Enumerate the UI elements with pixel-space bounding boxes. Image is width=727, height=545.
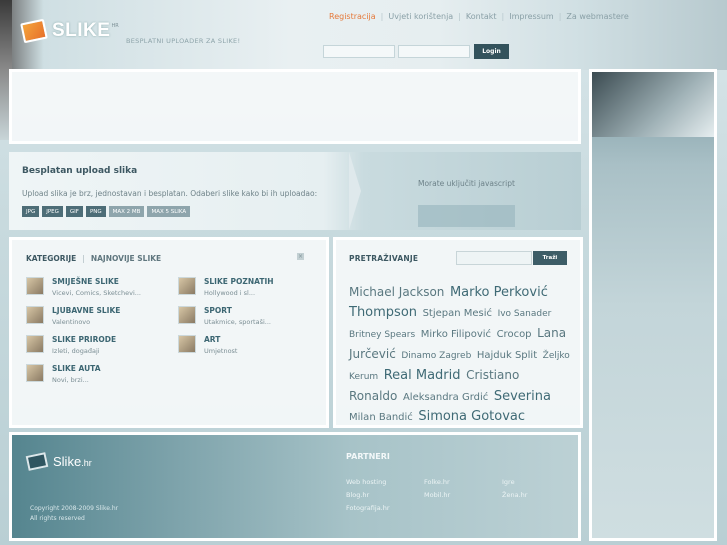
category-name: ART: [204, 335, 221, 344]
category-item[interactable]: LJUBAVNE SLIKE Valentinovo: [26, 306, 120, 326]
partner-link[interactable]: Folke.hr: [424, 478, 450, 486]
category-name: SPORT: [204, 306, 232, 315]
upload-arrow-shape: [349, 152, 361, 230]
tag-cloud-link[interactable]: Michael Jackson: [349, 285, 444, 299]
nav-registration[interactable]: Registracija: [329, 12, 381, 21]
login-button[interactable]: Login: [474, 44, 509, 59]
tag-cloud-link[interactable]: Ivo Sanader: [498, 309, 552, 319]
username-input[interactable]: [323, 45, 395, 58]
category-subtitle: Hollywood i sl...: [204, 289, 256, 297]
tag-gif: GIF: [65, 206, 83, 217]
right-sidebar: [589, 69, 717, 541]
site-logo[interactable]: SLIKE HR: [20, 18, 119, 44]
tag-max-count: MAX 5 SLIKA: [147, 206, 191, 217]
category-thumbnail: [26, 335, 44, 353]
category-subtitle: Izleti, događaji: [52, 347, 100, 355]
partner-link[interactable]: Žena.hr: [502, 491, 527, 499]
tag-cloud-link[interactable]: Mirko Filipović: [421, 329, 491, 340]
partner-link[interactable]: Mobil.hr: [424, 491, 450, 499]
upload-format-tags: JPG JPEG GIF PNG MAX 2 MB MAX 5 SLIKA: [22, 206, 193, 217]
tag-cloud-link[interactable]: Stjepan Mesić: [423, 308, 492, 319]
close-icon[interactable]: ×: [297, 253, 304, 260]
category-item[interactable]: SLIKE PRIRODE Izleti, događaji: [26, 335, 116, 355]
category-subtitle: Umjetnost: [204, 347, 238, 355]
category-subtitle: Valentinovo: [52, 318, 91, 326]
search-title: PRETRAŽIVANJE: [349, 254, 419, 263]
tag-cloud-link[interactable]: Crocop: [497, 329, 532, 340]
category-thumbnail: [178, 306, 196, 324]
category-subtitle: Utakmice, sportaši...: [204, 318, 271, 326]
copyright: Copyright 2008-2009 Slike.hr All rights …: [30, 504, 118, 524]
top-navigation: Registracija | Uvjeti korištenja | Kontakt…: [329, 12, 634, 21]
tag-png: PNG: [85, 206, 106, 217]
partner-link[interactable]: Igre: [502, 478, 515, 486]
nav-impressum[interactable]: Impressum: [504, 12, 558, 21]
nav-terms[interactable]: Uvjeti korištenja: [383, 12, 458, 21]
category-item[interactable]: SLIKE POZNATIH Hollywood i sl...: [178, 277, 274, 297]
rights-line: All rights reserved: [30, 515, 85, 522]
tag-cloud-link[interactable]: Thompson: [349, 305, 417, 320]
footer-logo-icon: [25, 452, 49, 471]
category-name: SLIKE POZNATIH: [204, 277, 274, 286]
nav-contact[interactable]: Kontakt: [461, 12, 502, 21]
tag-jpeg: JPEG: [42, 206, 63, 217]
nav-webmasters[interactable]: Za webmastere: [561, 12, 633, 21]
category-name: SMIJEŠNE SLIKE: [52, 277, 119, 286]
tag-cloud-link[interactable]: Aleksandra Grdić: [403, 392, 488, 403]
partner-link[interactable]: Blog.hr: [346, 491, 369, 499]
sidebar-photo: [592, 72, 714, 137]
footer-logo[interactable]: Slike.hr: [25, 452, 92, 471]
tag-cloud-link[interactable]: Simona Gotovac: [418, 409, 525, 424]
tag-jpg: JPG: [22, 206, 40, 217]
category-item[interactable]: SMIJEŠNE SLIKE Vicevi, Comics, Sketchevi…: [26, 277, 141, 297]
category-subtitle: Vicevi, Comics, Sketchevi...: [52, 289, 141, 297]
footer-logo-suffix: .hr: [81, 458, 92, 468]
category-item[interactable]: SLIKE AUTA Novi, brzi...: [26, 364, 101, 384]
category-thumbnail: [26, 306, 44, 324]
tag-cloud-link[interactable]: Britney Spears: [349, 330, 415, 340]
password-input[interactable]: [398, 45, 470, 58]
search-button[interactable]: Traži: [533, 251, 567, 265]
site-tagline: BESPLATNI UPLOADER ZA SLIKE!: [126, 37, 241, 45]
category-subtitle: Novi, brzi...: [52, 376, 89, 384]
tag-cloud-link[interactable]: Dinamo Zagreb: [401, 351, 471, 361]
category-tabs: KATEGORIJE | NAJNOVIJE SLIKE: [26, 254, 162, 263]
tag-cloud-link[interactable]: Hajduk Split: [477, 350, 537, 361]
logo-icon: [20, 18, 48, 44]
logo-tm: HR: [111, 23, 119, 29]
tag-cloud-link[interactable]: Marko Perković: [450, 285, 548, 300]
categories-panel: KATEGORIJE | NAJNOVIJE SLIKE × SMIJEŠNE …: [9, 237, 329, 428]
copyright-line: Copyright 2008-2009 Slike.hr: [30, 505, 119, 512]
tag-cloud-link[interactable]: Milan Bandić: [349, 412, 413, 423]
category-name: LJUBAVNE SLIKE: [52, 306, 121, 315]
category-name: SLIKE AUTA: [52, 364, 101, 373]
category-name: SLIKE PRIRODE: [52, 335, 117, 344]
upload-widget-placeholder[interactable]: [418, 205, 515, 227]
partner-link[interactable]: Fotografija.hr: [346, 504, 390, 512]
search-input[interactable]: [456, 251, 532, 265]
category-item[interactable]: SPORT Utakmice, sportaši...: [178, 306, 271, 326]
tag-cloud: Michael Jackson Marko Perković Thompson …: [349, 283, 571, 427]
upload-panel: Besplatan upload slika Upload slika je b…: [9, 152, 581, 230]
tag-cloud-link[interactable]: Real Madrid: [384, 368, 461, 383]
footer: Slike.hr Copyright 2008-2009 Slike.hr Al…: [9, 432, 581, 541]
upload-title: Besplatan upload slika: [22, 166, 138, 176]
category-item[interactable]: ART Umjetnost: [178, 335, 237, 355]
tag-max-size: MAX 2 MB: [108, 206, 145, 217]
footer-logo-text: Slike: [53, 454, 82, 469]
javascript-notice: Morate uključiti javascript: [418, 179, 515, 188]
search-panel: PRETRAŽIVANJE Traži Michael Jackson Mark…: [333, 237, 583, 428]
category-thumbnail: [178, 335, 196, 353]
category-thumbnail: [26, 277, 44, 295]
category-thumbnail: [26, 364, 44, 382]
partner-link[interactable]: Web hosting: [346, 478, 386, 486]
tag-cloud-link[interactable]: Severina: [494, 389, 551, 404]
logo-text: SLIKE: [52, 20, 111, 41]
tab-newest-images[interactable]: NAJNOVIJE SLIKE: [91, 254, 161, 263]
partners-title: PARTNERI: [346, 452, 390, 461]
category-thumbnail: [178, 277, 196, 295]
ad-banner-panel: [9, 69, 581, 144]
upload-description: Upload slika je brz, jednostavan i bespl…: [22, 189, 318, 198]
tab-categories[interactable]: KATEGORIJE: [26, 254, 76, 263]
